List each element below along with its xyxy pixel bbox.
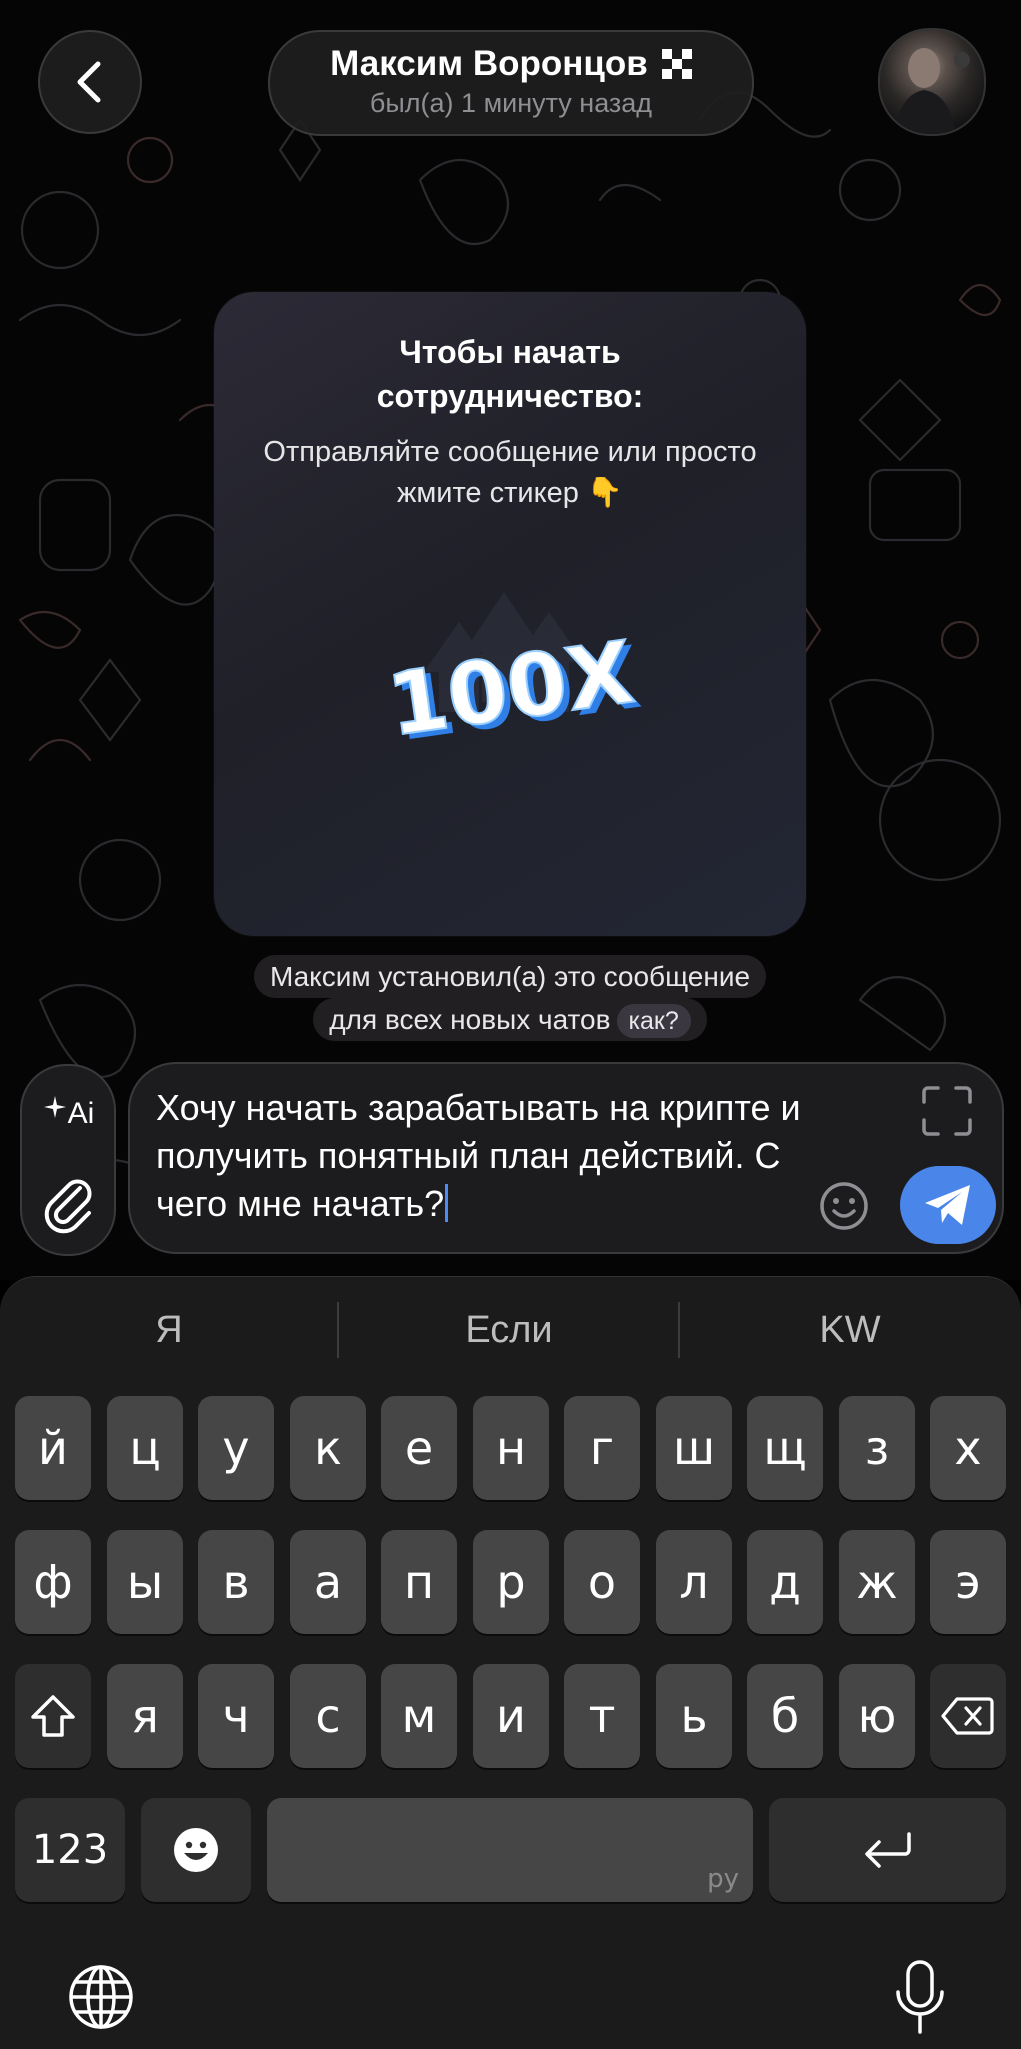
suggestion-2[interactable]: Если: [340, 1300, 678, 1360]
ai-label: Ai: [67, 1097, 95, 1130]
microphone-icon[interactable]: [892, 1958, 948, 2038]
key[interactable]: е: [381, 1396, 457, 1500]
key[interactable]: ч: [198, 1664, 274, 1768]
key[interactable]: й: [15, 1396, 91, 1500]
text-caret: [445, 1184, 449, 1222]
globe-icon[interactable]: [66, 1962, 136, 2032]
back-button[interactable]: [38, 30, 142, 134]
card-text: Отправляйте сообщение или просто жмите с…: [263, 436, 757, 509]
return-key[interactable]: [769, 1798, 1006, 1902]
key[interactable]: ж: [839, 1530, 915, 1634]
backspace-key[interactable]: [930, 1664, 1006, 1768]
ai-button[interactable]: Ai: [34, 1086, 104, 1142]
key[interactable]: б: [747, 1664, 823, 1768]
key[interactable]: а: [290, 1530, 366, 1634]
chat-title[interactable]: Максим Воронцов был(а) 1 минуту назад: [268, 30, 754, 136]
key[interactable]: ц: [107, 1396, 183, 1500]
key[interactable]: щ: [747, 1396, 823, 1500]
key[interactable]: с: [290, 1664, 366, 1768]
key[interactable]: з: [839, 1396, 915, 1500]
key[interactable]: ф: [15, 1530, 91, 1634]
key[interactable]: к: [290, 1396, 366, 1500]
service-line-1: Максим установил(а) это сообщение: [253, 955, 767, 998]
sparkle-icon: [43, 1096, 66, 1118]
emoji-status-icon: [661, 49, 692, 79]
key[interactable]: ь: [656, 1664, 732, 1768]
contact-name: Максим Воронцов: [330, 44, 648, 83]
shift-icon: [31, 1695, 75, 1737]
key[interactable]: м: [381, 1664, 457, 1768]
emoji-face-icon: [174, 1828, 218, 1872]
card-title: Чтобы начать сотрудничество:: [376, 334, 644, 414]
key[interactable]: у: [198, 1396, 274, 1500]
avatar-photo: [894, 48, 970, 134]
how-link[interactable]: как?: [616, 1004, 691, 1038]
service-message: Максим установил(а) это сообщение для вс…: [214, 955, 806, 1041]
key[interactable]: ы: [107, 1530, 183, 1634]
last-seen-status: был(а) 1 минуту назад: [369, 88, 653, 118]
space-key[interactable]: ру: [267, 1798, 753, 1902]
key[interactable]: н: [473, 1396, 549, 1500]
emoji-icon[interactable]: [818, 1180, 870, 1232]
message-input-text[interactable]: Хочу начать зарабатывать на крипте и пол…: [156, 1084, 816, 1228]
key[interactable]: р: [473, 1530, 549, 1634]
suggestion-divider: [337, 1302, 339, 1358]
key[interactable]: и: [473, 1664, 549, 1768]
send-button[interactable]: [900, 1166, 996, 1244]
sticker-100x[interactable]: 100X 100X: [364, 562, 664, 782]
key[interactable]: о: [564, 1530, 640, 1634]
suggestion-1[interactable]: Я: [0, 1300, 338, 1360]
key[interactable]: я: [107, 1664, 183, 1768]
chevron-left-icon: [77, 61, 101, 103]
emoji-key[interactable]: [141, 1798, 251, 1902]
sticker-text: 100X: [382, 623, 639, 756]
attach-icon[interactable]: [42, 1174, 96, 1234]
suggestion-3[interactable]: KW: [681, 1300, 1019, 1360]
keyboard: [0, 1276, 1021, 2049]
numbers-key[interactable]: 123: [15, 1798, 125, 1902]
expand-icon[interactable]: [922, 1086, 972, 1136]
message-text: Хочу начать зарабатывать на крипте и пол…: [156, 1087, 801, 1224]
key[interactable]: в: [198, 1530, 274, 1634]
backspace-icon: [941, 1697, 994, 1735]
shift-key[interactable]: [15, 1664, 91, 1768]
send-icon: [925, 1185, 970, 1225]
return-icon: [864, 1832, 911, 1868]
key[interactable]: д: [747, 1530, 823, 1634]
suggestion-divider: [678, 1302, 680, 1358]
avatar[interactable]: [878, 28, 986, 136]
key[interactable]: г: [564, 1396, 640, 1500]
key[interactable]: х: [930, 1396, 1006, 1500]
key[interactable]: э: [930, 1530, 1006, 1634]
key[interactable]: л: [656, 1530, 732, 1634]
service-line-2: для всех новых чатов: [329, 1004, 611, 1035]
key[interactable]: ш: [656, 1396, 732, 1500]
composer-side-panel: Ai: [20, 1064, 116, 1256]
key[interactable]: т: [564, 1664, 640, 1768]
key[interactable]: ю: [839, 1664, 915, 1768]
key[interactable]: п: [381, 1530, 457, 1634]
space-language-label: ру: [707, 1864, 739, 1894]
welcome-message-card: Чтобы начать сотрудничество: Отправляйте…: [214, 292, 806, 936]
